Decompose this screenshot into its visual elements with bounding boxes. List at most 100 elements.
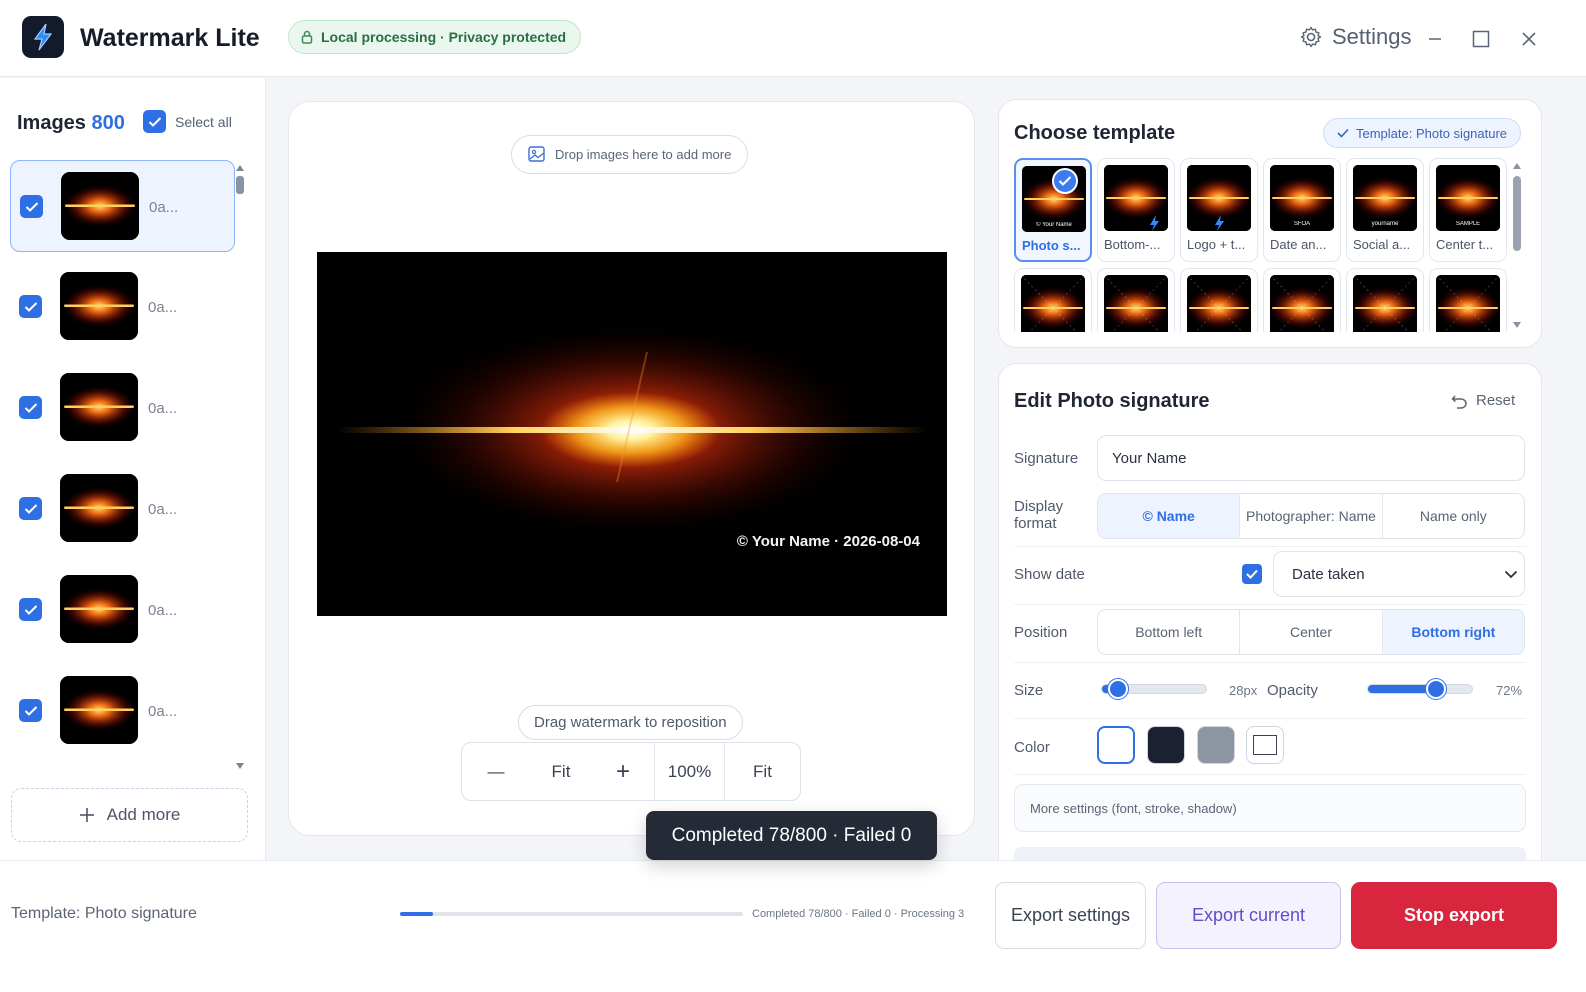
zoom-out-button[interactable]: —	[462, 743, 530, 800]
drop-zone-hint[interactable]: Drop images here to add more	[511, 135, 749, 174]
display-format-option[interactable]: © Name	[1098, 494, 1240, 538]
image-preview[interactable]: © Your Name · 2026-08-04	[317, 252, 947, 616]
checkbox-checked-icon[interactable]	[19, 295, 42, 318]
title-bar: Watermark Lite Local processing · Privac…	[0, 0, 1586, 77]
template-card[interactable]	[1263, 268, 1341, 332]
color-swatch[interactable]	[1246, 726, 1284, 764]
select-all-checkbox[interactable]: Select all	[143, 110, 232, 133]
size-slider[interactable]	[1101, 679, 1207, 699]
image-list-scrollbar[interactable]	[236, 164, 244, 770]
checkbox-checked-icon[interactable]	[20, 195, 43, 218]
date-source-select[interactable]: Date taken	[1273, 551, 1525, 597]
reset-label: Reset	[1476, 392, 1516, 409]
watermark-overlay[interactable]: © Your Name · 2026-08-04	[737, 533, 920, 550]
position-option[interactable]: Center	[1239, 610, 1381, 654]
checkbox-checked-icon[interactable]	[19, 396, 42, 419]
template-thumbnail	[1187, 275, 1251, 332]
template-card[interactable]: Bottom-...	[1097, 158, 1175, 262]
template-thumbnail: SAMPLE	[1436, 165, 1500, 231]
undo-icon	[1451, 393, 1468, 409]
template-card[interactable]: Logo + t...	[1180, 158, 1258, 262]
images-header: Images 800	[17, 112, 125, 135]
lock-icon	[301, 30, 313, 44]
size-slider-knob[interactable]	[1107, 679, 1128, 699]
export-current-button[interactable]: Export current	[1156, 882, 1341, 949]
color-swatch[interactable]	[1197, 726, 1235, 764]
zoom-level[interactable]: 100%	[654, 743, 724, 800]
template-mark-text: yourname	[1371, 221, 1399, 227]
export-settings-button[interactable]: Export settings	[995, 882, 1146, 949]
image-thumbnail	[60, 575, 138, 643]
image-list-item[interactable]: 0a...	[10, 564, 235, 656]
stop-export-button[interactable]: Stop export	[1351, 882, 1557, 949]
outline-color-icon	[1253, 735, 1277, 755]
opacity-value: 72%	[1496, 683, 1523, 698]
opacity-slider[interactable]	[1367, 679, 1473, 699]
template-card[interactable]: © Your Name Photo s...	[1014, 158, 1092, 262]
template-thumbnail	[1270, 275, 1334, 332]
color-swatch[interactable]	[1147, 726, 1185, 764]
image-list-item[interactable]: 0a...	[10, 463, 235, 555]
maximize-button[interactable]	[1466, 24, 1496, 54]
reset-button[interactable]: Reset	[1451, 392, 1515, 409]
image-list-item[interactable]: 0a...	[10, 261, 235, 353]
checkbox-checked-icon[interactable]	[19, 598, 42, 621]
privacy-text: Local processing · Privacy protected	[321, 29, 567, 45]
color-swatch[interactable]	[1097, 726, 1135, 764]
more-settings-button[interactable]: More settings (font, stroke, shadow)	[1014, 784, 1526, 832]
checkbox-checked-icon	[143, 110, 166, 133]
checkbox-checked-icon	[1246, 569, 1258, 579]
image-list-item[interactable]: 0a...	[10, 362, 235, 454]
checkbox-checked-icon[interactable]	[19, 497, 42, 520]
drop-hint-text: Drop images here to add more	[555, 147, 732, 162]
template-card[interactable]	[1014, 268, 1092, 332]
image-thumbnail	[60, 676, 138, 744]
fit-button-secondary[interactable]: Fit	[724, 743, 800, 800]
export-progress-fill	[400, 912, 434, 916]
show-date-checkbox[interactable]	[1242, 564, 1262, 584]
close-icon	[1522, 32, 1536, 46]
template-card[interactable]	[1180, 268, 1258, 332]
display-format-option[interactable]: Photographer: Name	[1239, 494, 1381, 538]
zoom-in-button[interactable]: +	[592, 743, 654, 800]
position-option[interactable]: Bottom left	[1098, 610, 1239, 654]
template-card[interactable]: yourname Social a...	[1346, 158, 1424, 262]
edit-title: Edit Photo signature	[1014, 390, 1210, 412]
position-option[interactable]: Bottom right	[1381, 610, 1524, 654]
signature-input[interactable]: Your Name	[1097, 435, 1525, 481]
template-thumbnail: SFOA	[1270, 165, 1334, 231]
template-card[interactable]	[1346, 268, 1424, 332]
template-thumbnail: yourname	[1353, 165, 1417, 231]
template-card[interactable]	[1097, 268, 1175, 332]
template-card[interactable]	[1429, 268, 1507, 332]
scroll-up-icon[interactable]	[1512, 162, 1522, 170]
preview-panel: Drop images here to add more © Your Name…	[288, 101, 975, 836]
template-scroll-thumb[interactable]	[1513, 176, 1521, 251]
privacy-badge: Local processing · Privacy protected	[288, 20, 582, 54]
template-label: Bottom-...	[1104, 237, 1161, 252]
template-label: Date an...	[1270, 237, 1327, 252]
settings-button[interactable]: Settings	[1300, 24, 1412, 50]
template-card[interactable]: SAMPLE Center t...	[1429, 158, 1507, 262]
image-list-scroll-thumb[interactable]	[236, 176, 244, 194]
position-label: Position	[1014, 624, 1068, 641]
scroll-down-icon[interactable]	[1512, 321, 1522, 329]
template-thumbnail	[1436, 275, 1500, 332]
display-format-option[interactable]: Name only	[1381, 494, 1524, 538]
divider	[1014, 774, 1526, 775]
check-icon	[1337, 128, 1349, 138]
template-label: Center t...	[1436, 237, 1494, 252]
image-list-item[interactable]: 0a...	[10, 665, 235, 757]
plus-icon	[79, 807, 95, 823]
add-more-button[interactable]: Add more	[11, 788, 248, 842]
image-list-item[interactable]: 0a...	[10, 160, 235, 252]
zoom-toolbar: — Fit + 100% Fit	[461, 742, 801, 801]
minimize-button[interactable]	[1420, 24, 1450, 54]
export-progress-bar	[400, 912, 743, 916]
close-button[interactable]	[1514, 24, 1544, 54]
opacity-slider-knob[interactable]	[1425, 679, 1446, 699]
checkbox-checked-icon[interactable]	[19, 699, 42, 722]
show-date-label: Show date	[1014, 566, 1085, 583]
template-card[interactable]: SFOA Date an...	[1263, 158, 1341, 262]
fit-button[interactable]: Fit	[530, 743, 592, 800]
